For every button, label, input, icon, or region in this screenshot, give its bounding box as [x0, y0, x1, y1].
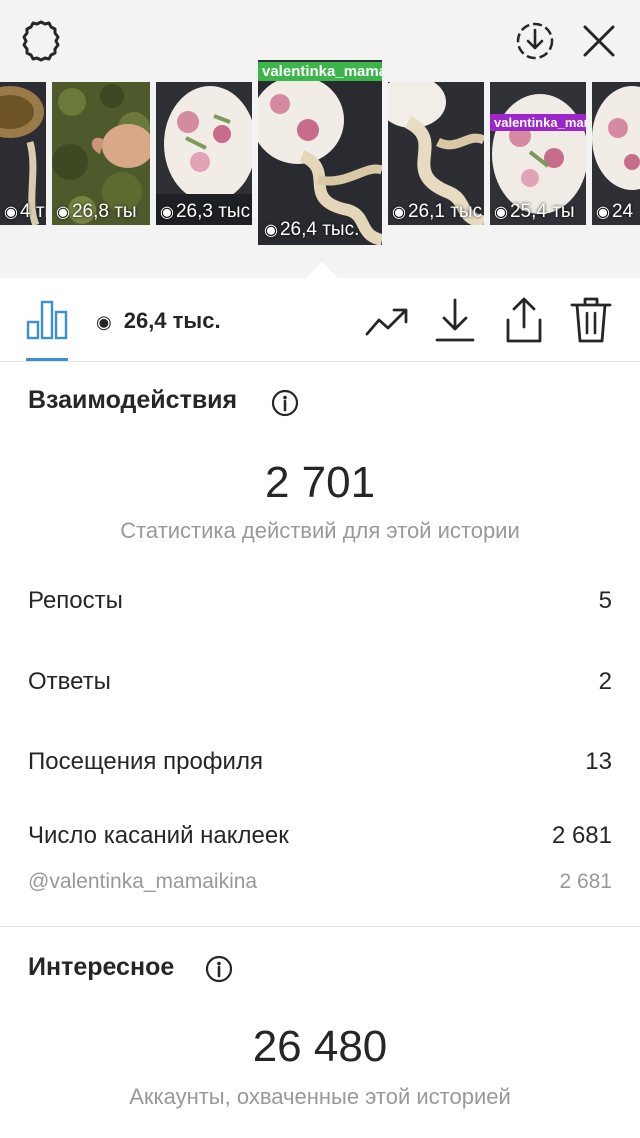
eye-icon: ◉ [160, 204, 174, 221]
profile-visits-label: Посещения профиля [28, 748, 263, 775]
story-views: 25,4 ты [509, 201, 575, 222]
story-views: 26,8 ты [71, 201, 137, 222]
sticker-mention-label[interactable]: @valentinka_mamaikina [28, 870, 257, 894]
info-icon[interactable] [205, 955, 233, 983]
sticker-mention-value: 2 681 [559, 870, 612, 893]
story-views: 4 тыс [19, 201, 46, 222]
trending-icon[interactable] [364, 302, 410, 342]
story-thumbnail[interactable]: ◉4 тыс [0, 82, 46, 225]
story-thumbnail[interactable]: ◉ 26,8 ты [52, 82, 150, 225]
story-thumbnail[interactable]: ◉ 24 [592, 82, 640, 225]
interactions-title: Взаимодействия [28, 386, 238, 414]
story-views: 26,3 тыс. [175, 201, 252, 222]
sticker-taps-value: 2 681 [551, 822, 612, 849]
gear-icon[interactable] [16, 16, 66, 66]
toolbar-views: ◉ 26,4 тыс. [96, 308, 221, 334]
share-icon[interactable] [502, 296, 546, 344]
story-views: 26,1 тыс [407, 201, 483, 222]
reposts-label: Репосты [28, 587, 123, 614]
story-views: 24 [611, 201, 634, 222]
eye-icon: ◉ [264, 222, 278, 239]
eye-icon: ◉ [96, 312, 112, 332]
close-icon[interactable] [574, 16, 624, 66]
eye-icon: ◉ [4, 204, 18, 221]
trash-icon[interactable] [570, 296, 612, 344]
discovery-title: Интересное [28, 953, 175, 981]
replies-value: 2 [598, 668, 612, 695]
reach-total: 26 480 [252, 1022, 388, 1071]
story-strip-area: ◉4 тыс ◉26,8 ты ◉26,3 тыс. [0, 0, 640, 278]
reposts-value: 5 [598, 587, 612, 614]
story-thumbnail[interactable]: ◉ 26,1 тыс [388, 82, 484, 225]
story-thumbnail[interactable]: valentinka_mamaik ◉25,4 ты [490, 82, 586, 225]
interactions-caption: Статистика действий для этой истории [120, 518, 520, 543]
story-views: 26,4 тыс. [279, 219, 360, 240]
selected-story-pointer [306, 262, 338, 278]
profile-visits-value: 13 [585, 748, 612, 775]
eye-icon: ◉ [56, 204, 70, 221]
views-count: 26,4 тыс. [123, 308, 221, 333]
replies-label: Ответы [28, 668, 111, 695]
info-icon[interactable] [271, 389, 299, 417]
eye-icon: ◉ [392, 204, 406, 221]
mention-sticker: valentinka_mamai [258, 62, 382, 81]
save-icon[interactable] [434, 298, 476, 344]
interactions-total: 2 701 [264, 458, 376, 507]
active-tab-indicator [26, 358, 68, 361]
eye-icon: ◉ [596, 204, 610, 221]
bar-chart-icon[interactable] [26, 300, 68, 340]
story-thumbnail[interactable]: ◉ 26,3 тыс. [156, 82, 252, 225]
sticker-taps-label: Число касаний наклеек [28, 822, 289, 849]
story-thumbnail-selected[interactable]: valentinka_mamai ◉ 26,4 тыс. [258, 60, 382, 245]
circle-download-icon[interactable] [510, 16, 560, 66]
reach-caption: Аккаунты, охваченные этой историей [129, 1084, 511, 1109]
mention-sticker: valentinka_mamaik [490, 114, 586, 131]
section-divider [0, 926, 640, 927]
story-toolbar: ◉ 26,4 тыс. [0, 278, 640, 362]
eye-icon: ◉ [494, 204, 508, 221]
story-image [258, 60, 382, 245]
